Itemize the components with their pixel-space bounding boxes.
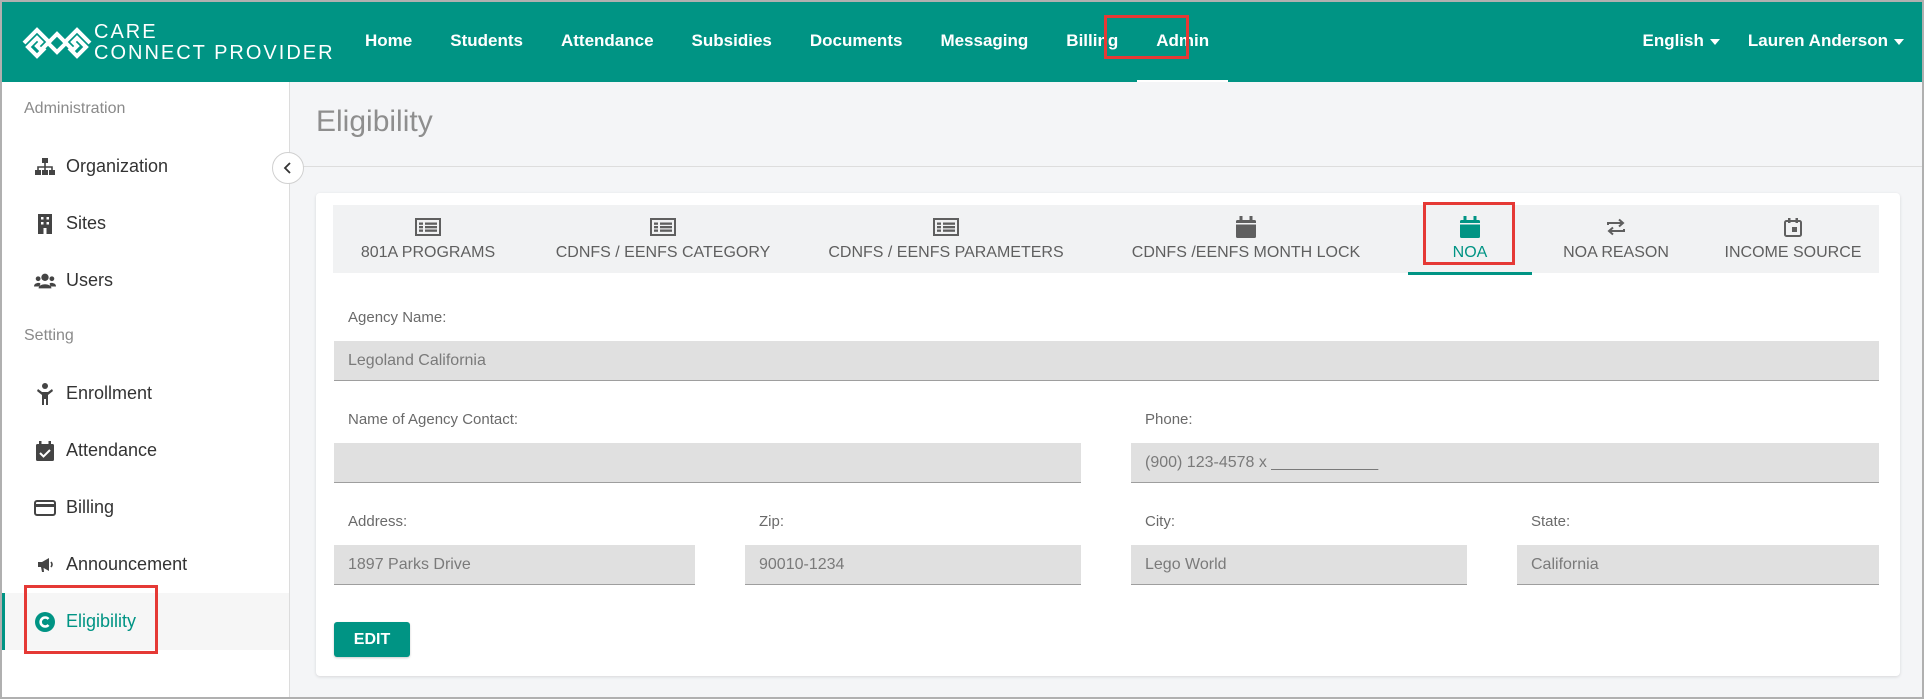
brand-line1: CARE bbox=[94, 21, 158, 43]
sidebar-section-setting: Setting bbox=[24, 327, 74, 344]
agency-contact-label: Name of Agency Contact: bbox=[348, 411, 519, 428]
sidebar-item-organization[interactable]: Organization bbox=[2, 138, 289, 195]
sidebar-item-label: Sites bbox=[66, 213, 107, 233]
tab-cdnfs-eenfs-category[interactable]: CDNFS / EENFS CATEGORY bbox=[538, 205, 788, 273]
tab-cdnfs-eenfs-month-lock[interactable]: CDNFS /EENFS MONTH LOCK bbox=[1116, 205, 1376, 273]
sidebar-item-label: Announcement bbox=[66, 554, 188, 574]
page-title: Eligibility bbox=[316, 105, 433, 138]
tab-noa[interactable]: NOA bbox=[1408, 205, 1532, 275]
zip-label: Zip: bbox=[759, 513, 785, 530]
phone-field[interactable]: (900) 123-4578 x ____________ bbox=[1131, 443, 1879, 483]
sidebar-item-attendance[interactable]: Attendance bbox=[2, 422, 289, 479]
tab-801a-programs[interactable]: 801A PROGRAMS bbox=[333, 205, 523, 273]
tab-label: INCOME SOURCE bbox=[1724, 244, 1862, 261]
nav-admin[interactable]: Admin bbox=[1137, 0, 1229, 82]
tab-label: CDNFS / EENFS PARAMETERS bbox=[828, 244, 1064, 261]
megaphone-icon bbox=[34, 554, 56, 576]
sidebar-collapse-button[interactable] bbox=[272, 152, 304, 184]
building-icon bbox=[34, 213, 56, 235]
sidebar-item-label: Enrollment bbox=[66, 383, 153, 403]
nav-documents[interactable]: Documents bbox=[791, 0, 922, 82]
tab-noa-reason[interactable]: NOA REASON bbox=[1541, 205, 1691, 273]
phone-label: Phone: bbox=[1145, 411, 1193, 428]
users-icon bbox=[34, 270, 56, 292]
repeat-icon bbox=[1606, 216, 1626, 238]
brand-line2: CONNECT PROVIDER bbox=[94, 42, 335, 64]
caret-down-icon bbox=[1894, 38, 1904, 45]
nav-billing[interactable]: Billing bbox=[1047, 0, 1137, 82]
brand-name: CARE CONNECT PROVIDER bbox=[94, 22, 335, 64]
tab-income-source[interactable]: INCOME SOURCE bbox=[1708, 205, 1878, 273]
caret-down-icon bbox=[1709, 38, 1720, 45]
sidebar-item-label: Users bbox=[66, 270, 114, 290]
state-label: State: bbox=[1531, 513, 1571, 530]
sidebar-item-sites[interactable]: Sites bbox=[2, 195, 289, 252]
sidebar-item-label: Billing bbox=[66, 497, 115, 517]
calendar-check-icon bbox=[34, 440, 56, 462]
tab-label: CDNFS /EENFS MONTH LOCK bbox=[1131, 244, 1361, 261]
sidebar-item-label: Organization bbox=[66, 156, 169, 176]
tab-cdnfs-eenfs-parameters[interactable]: CDNFS / EENFS PARAMETERS bbox=[816, 205, 1076, 273]
sidebar: Administration Organization Sites Users … bbox=[2, 82, 290, 697]
nav-home[interactable]: Home bbox=[346, 0, 431, 82]
sidebar-item-billing[interactable]: Billing bbox=[2, 479, 289, 536]
child-icon bbox=[34, 382, 56, 405]
edit-button[interactable]: EDIT bbox=[334, 622, 410, 657]
zip-field[interactable]: 90010-1234 bbox=[745, 545, 1081, 585]
nav-attendance[interactable]: Attendance bbox=[542, 0, 673, 82]
sidebar-item-label: Attendance bbox=[66, 440, 158, 460]
user-menu[interactable]: Lauren Anderson bbox=[1748, 31, 1904, 51]
tab-label: NOA bbox=[1452, 244, 1488, 261]
address-label: Address: bbox=[348, 513, 408, 530]
address-field[interactable]: 1897 Parks Drive bbox=[334, 545, 695, 585]
calendar-icon bbox=[1236, 216, 1256, 238]
agency-name-label: Agency Name: bbox=[348, 309, 447, 326]
nav-messaging[interactable]: Messaging bbox=[921, 0, 1047, 82]
logo-mark-icon bbox=[22, 27, 92, 59]
table-list-icon bbox=[933, 216, 959, 238]
sidebar-section-administration: Administration bbox=[24, 100, 126, 117]
sidebar-item-users[interactable]: Users bbox=[2, 252, 289, 309]
sitemap-icon bbox=[34, 156, 56, 178]
top-navbar: CARE CONNECT PROVIDER Home Students Atte… bbox=[0, 0, 1924, 82]
calendar-small-icon bbox=[1784, 216, 1802, 238]
user-name: Lauren Anderson bbox=[1747, 31, 1888, 50]
language-dropdown[interactable]: English bbox=[1642, 31, 1720, 51]
brand-logo[interactable]: CARE CONNECT PROVIDER bbox=[20, 22, 335, 64]
agency-contact-field[interactable] bbox=[334, 443, 1081, 483]
sidebar-item-enrollment[interactable]: Enrollment bbox=[2, 365, 289, 422]
sidebar-item-eligibility[interactable]: Eligibility bbox=[2, 593, 289, 650]
calendar-icon bbox=[1460, 216, 1480, 238]
city-label: City: bbox=[1145, 513, 1175, 530]
state-field[interactable]: California bbox=[1517, 545, 1879, 585]
table-list-icon bbox=[415, 216, 441, 238]
tab-bar: 801A PROGRAMS CDNFS / EENFS CATEGORY CDN… bbox=[333, 205, 1879, 275]
chevron-left-icon bbox=[283, 162, 291, 174]
nav-right: English Lauren Anderson bbox=[1642, 0, 1904, 82]
eligibility-icon bbox=[34, 611, 56, 633]
table-list-icon bbox=[650, 216, 676, 238]
sidebar-item-label: Eligibility bbox=[66, 611, 137, 631]
nav-subsidies[interactable]: Subsidies bbox=[673, 0, 791, 82]
divider bbox=[291, 166, 1922, 167]
credit-card-icon bbox=[34, 497, 56, 519]
tab-label: 801A PROGRAMS bbox=[360, 244, 496, 261]
nav-students[interactable]: Students bbox=[431, 0, 542, 82]
city-field[interactable]: Lego World bbox=[1131, 545, 1467, 585]
agency-name-field[interactable]: Legoland California bbox=[334, 341, 1879, 381]
tab-label: NOA REASON bbox=[1563, 244, 1669, 261]
sidebar-item-announcement[interactable]: Announcement bbox=[2, 536, 289, 593]
main-nav: Home Students Attendance Subsidies Docum… bbox=[346, 0, 1229, 82]
language-label: English bbox=[1642, 31, 1704, 50]
tab-label: CDNFS / EENFS CATEGORY bbox=[555, 244, 771, 261]
